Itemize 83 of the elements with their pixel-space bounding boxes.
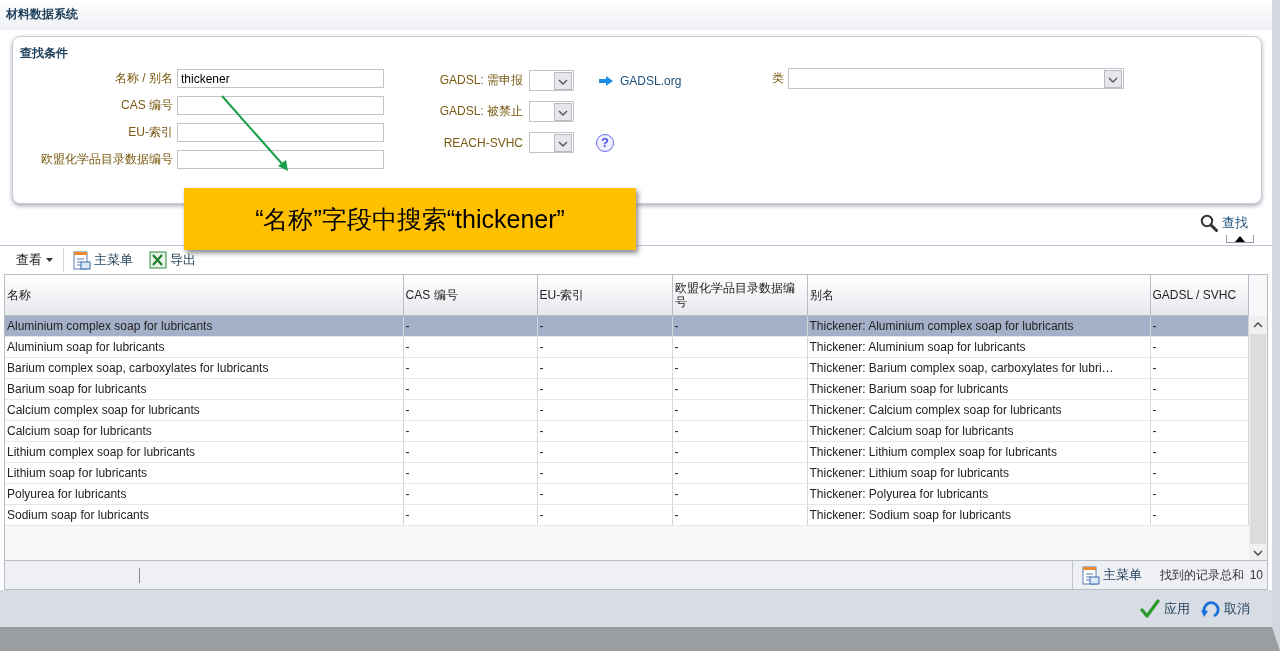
table-cell: Lithium complex soap for lubricants xyxy=(5,441,403,463)
table-row[interactable]: Polyurea for lubricants - - - Thickener: Polyurea for lubricants - xyxy=(5,483,1248,505)
field-label: REACH-SVHC xyxy=(442,135,524,150)
callout-label: “名称”字段中搜索“thickener” xyxy=(184,188,636,250)
table-row[interactable]: Aluminium soap for lubricants - - - Thickener: Aluminium soap for lubricants - xyxy=(5,336,1248,358)
column-header[interactable]: 欧盟化学品目录数据编号 xyxy=(672,275,807,316)
dropdown[interactable] xyxy=(529,70,574,91)
record-count-label: 找到的记录总和 xyxy=(1159,566,1244,584)
input-field[interactable] xyxy=(177,123,384,142)
column-header[interactable]: EU-索引 xyxy=(537,275,672,316)
field-label: 欧盟化学品目录数据编号 xyxy=(40,151,174,168)
view-menu[interactable]: 查看 xyxy=(8,248,64,272)
chevron-down-icon xyxy=(1104,69,1122,88)
arrow-right-icon xyxy=(598,74,614,87)
field-label: 类 xyxy=(771,70,785,87)
undo-icon xyxy=(1200,598,1220,619)
column-header[interactable]: 名称 xyxy=(5,275,403,316)
table-row[interactable]: Lithium soap for lubricants - - - Thickener: Lithium soap for lubricants - xyxy=(5,462,1248,484)
table-row[interactable]: Calcium complex soap for lubricants - - - Thickener: Calcium complex soap for lubricants - xyxy=(5,399,1248,421)
search-button[interactable]: 查找 xyxy=(1200,211,1248,235)
table-cell: Thickener: Barium complex soap, carboxylates for lubri… xyxy=(807,357,1150,379)
table-cell: Thickener: Barium soap for lubricants xyxy=(807,378,1150,400)
main-menu-button[interactable]: 主菜单 xyxy=(64,250,141,270)
table-row[interactable]: Lithium complex soap for lubricants - - - Thickener: Lithium complex soap for lubricants - xyxy=(5,441,1248,463)
collapse-button[interactable] xyxy=(1226,235,1254,243)
triangle-up-icon xyxy=(1235,235,1245,242)
table-row[interactable]: Barium complex soap, carboxylates for lubricants - - - Thickener: Barium complex soap, carboxylates for lubri… - xyxy=(5,357,1248,379)
input-field[interactable] xyxy=(177,150,384,169)
scrollbar-thumb[interactable] xyxy=(1249,334,1266,544)
table-cell: Aluminium soap for lubricants xyxy=(5,336,403,358)
panel-title: 查找条件 xyxy=(20,45,69,62)
field-label: GADSL: 被禁止 xyxy=(438,103,524,120)
table-cell: Polyurea for lubricants xyxy=(5,483,403,505)
table-cell: Calcium complex soap for lubricants xyxy=(5,399,403,421)
table-cell: Thickener: Aluminium complex soap for lubricants xyxy=(807,315,1150,337)
document-icon xyxy=(72,250,91,270)
gadsl-link[interactable]: GADSL.org xyxy=(620,73,682,88)
dropdown[interactable] xyxy=(529,101,574,122)
field-label: CAS 编号 xyxy=(120,97,174,114)
chevron-down-icon xyxy=(1252,550,1263,556)
table-cell: Thickener: Polyurea for lubricants xyxy=(807,483,1150,505)
column-header[interactable]: 别名 xyxy=(807,275,1150,316)
document-icon xyxy=(1080,565,1100,585)
table-row[interactable]: Sodium soap for lubricants - - - Thickener: Sodium soap for lubricants - xyxy=(5,504,1248,526)
chevron-up-icon xyxy=(1252,322,1263,328)
table-cell: Sodium soap for lubricants xyxy=(5,504,403,526)
input-field[interactable] xyxy=(177,96,384,115)
table-cell: Thickener: Lithium soap for lubricants xyxy=(807,462,1150,484)
dropdown[interactable] xyxy=(529,132,574,153)
table-cell: Thickener: Calcium complex soap for lubricants xyxy=(807,399,1150,421)
help-icon[interactable]: ? xyxy=(596,133,614,152)
scrollbar[interactable] xyxy=(1248,316,1267,560)
chevron-down-icon xyxy=(554,71,572,90)
table-row[interactable]: Barium soap for lubricants - - - Thickener: Barium soap for lubricants - xyxy=(5,378,1248,400)
table-cell: Lithium soap for lubricants xyxy=(5,462,403,484)
input-field[interactable]: thickener xyxy=(177,69,384,88)
field-label: 名称 / 别名 xyxy=(114,70,174,87)
cancel-button[interactable]: 取消 xyxy=(1200,598,1250,619)
field-label: EU-索引 xyxy=(127,124,174,141)
table-cell: Calcium soap for lubricants xyxy=(5,420,403,442)
spreadsheet-icon xyxy=(149,251,167,269)
record-count: 10 xyxy=(1249,568,1263,582)
apply-button[interactable]: 应用 xyxy=(1140,598,1190,619)
search-icon xyxy=(1200,214,1218,232)
chevron-down-icon xyxy=(554,133,572,152)
table-cell: Barium complex soap, carboxylates for lubricants xyxy=(5,357,403,379)
table-cell: Thickener: Lithium complex soap for lubricants xyxy=(807,441,1150,463)
column-header[interactable]: CAS 编号 xyxy=(403,275,537,316)
checkmark-icon xyxy=(1140,598,1160,619)
table-row[interactable]: Calcium soap for lubricants - - - Thickener: Calcium soap for lubricants - xyxy=(5,420,1248,442)
export-button[interactable]: 导出 xyxy=(141,251,204,269)
table-cell: Barium soap for lubricants xyxy=(5,378,403,400)
chevron-down-icon xyxy=(554,102,572,121)
category-dropdown[interactable] xyxy=(788,68,1124,89)
caret-down-icon xyxy=(46,258,53,262)
table-cell: Thickener: Aluminium soap for lubricants xyxy=(807,336,1150,358)
field-label: GADSL: 需申报 xyxy=(438,72,524,89)
table-cell: Thickener: Calcium soap for lubricants xyxy=(807,420,1150,442)
table-cell: Thickener: Sodium soap for lubricants xyxy=(807,504,1150,526)
table-cell: Aluminium complex soap for lubricants xyxy=(5,315,403,337)
main-menu-button[interactable]: 主菜单 xyxy=(1071,561,1150,589)
table-row[interactable]: Aluminium complex soap for lubricants - - - Thickener: Aluminium complex soap for lubricants - xyxy=(5,315,1248,337)
column-header[interactable]: GADSL / SVHC xyxy=(1150,275,1248,316)
